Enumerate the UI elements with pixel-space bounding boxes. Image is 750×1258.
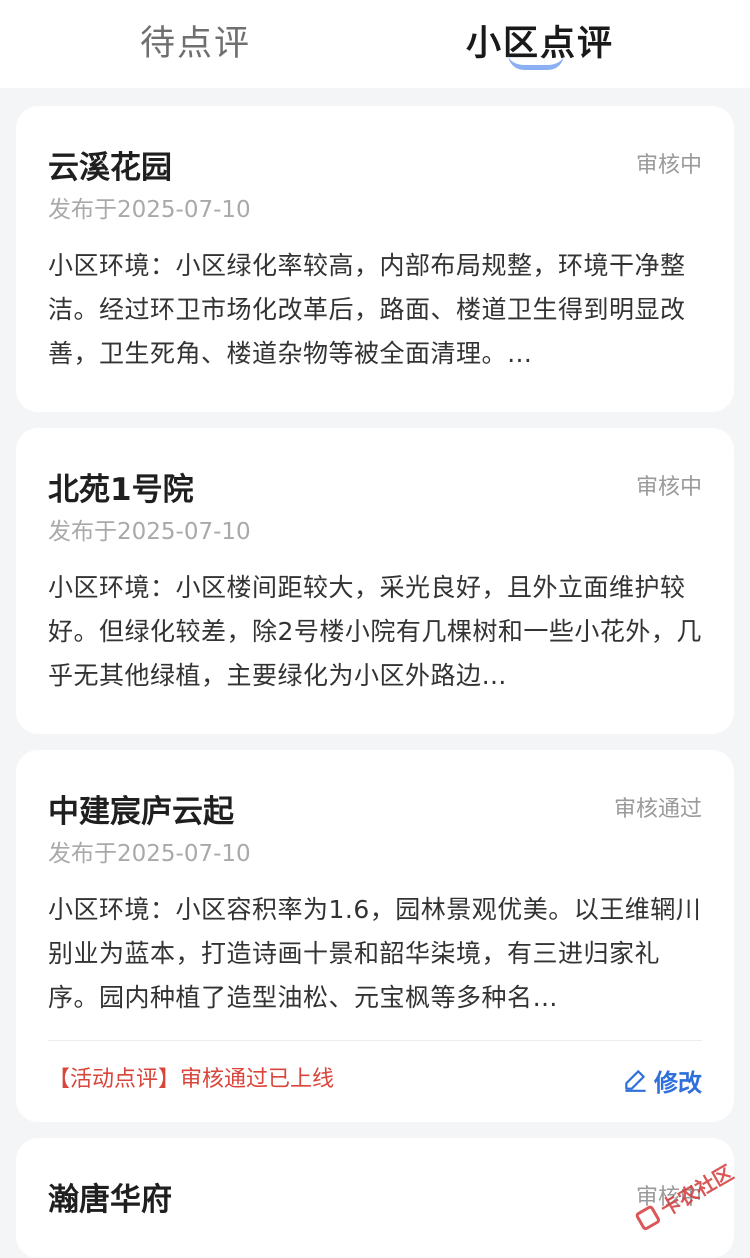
card-divider xyxy=(48,1040,702,1041)
edit-button[interactable]: 修改 xyxy=(622,1060,702,1100)
activity-status-text: 【活动点评】审核通过已上线 xyxy=(48,1063,334,1097)
community-name: 北苑1号院 xyxy=(48,468,194,512)
community-name: 云溪花园 xyxy=(48,146,172,190)
review-content: 小区环境：小区绿化率较高，内部布局规整，环境干净整洁。经过环卫市场化改革后，路面… xyxy=(48,244,702,376)
review-card[interactable]: 北苑1号院 审核中 发布于2025-07-10 小区环境：小区楼间距较大，采光良… xyxy=(16,428,734,734)
review-content: 小区环境：小区楼间距较大，采光良好，且外立面维护较好。但绿化较差，除2号楼小院有… xyxy=(48,566,702,698)
status-badge: 审核通过 xyxy=(614,794,702,826)
publish-date: 发布于2025-07-10 xyxy=(48,838,251,870)
review-content: 小区环境：小区容积率为1.6，园林景观优美。以王维辋川别业为蓝本，打造诗画十景和… xyxy=(48,888,702,1020)
tab-bar: 待点评 小区点评 xyxy=(0,0,750,88)
status-badge: 审核中 xyxy=(636,472,702,504)
publish-date: 发布于2025-07-10 xyxy=(48,194,251,226)
pencil-icon xyxy=(622,1067,648,1093)
status-badge: 审核中 xyxy=(636,150,702,182)
review-card[interactable]: 云溪花园 审核中 发布于2025-07-10 小区环境：小区绿化率较高，内部布局… xyxy=(16,106,734,412)
review-card[interactable]: 瀚唐华府 审核中 xyxy=(16,1138,734,1258)
review-card[interactable]: 中建宸庐云起 审核通过 发布于2025-07-10 小区环境：小区容积率为1.6… xyxy=(16,750,734,1122)
tab-pending-review[interactable]: 待点评 xyxy=(140,16,251,72)
community-name: 中建宸庐云起 xyxy=(48,790,234,834)
community-name: 瀚唐华府 xyxy=(48,1178,172,1222)
active-tab-indicator xyxy=(508,54,564,70)
edit-label: 修改 xyxy=(654,1063,702,1098)
publish-date: 发布于2025-07-10 xyxy=(48,516,251,548)
